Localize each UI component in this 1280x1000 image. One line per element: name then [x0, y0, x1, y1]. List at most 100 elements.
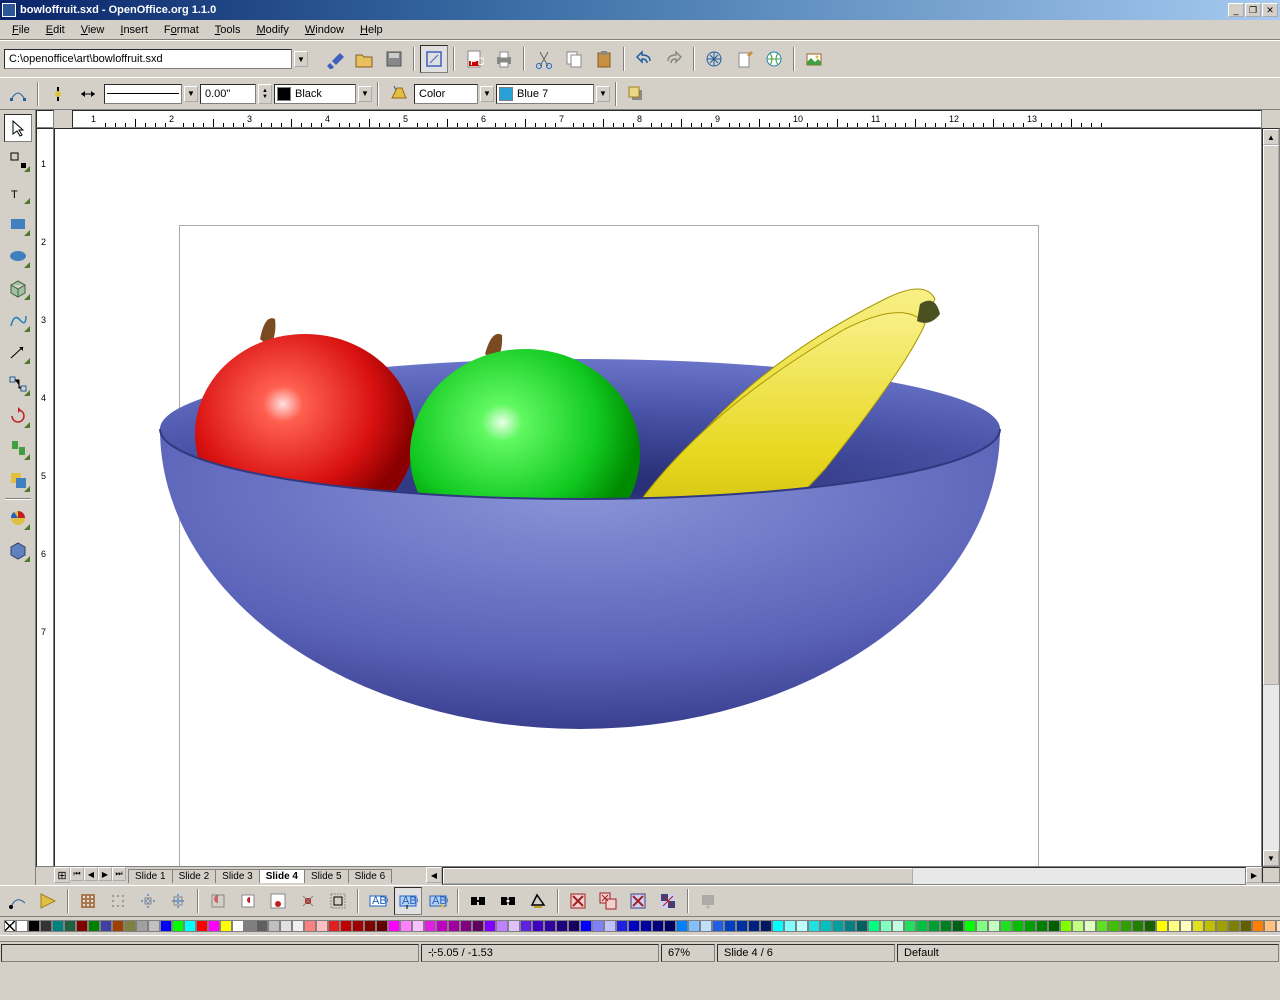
color-swatch[interactable]: [28, 920, 40, 932]
minimize-button[interactable]: _: [1228, 3, 1244, 17]
line-style-button[interactable]: [44, 80, 72, 108]
slide-tab-2[interactable]: Slide 2: [172, 869, 217, 883]
tab-last[interactable]: ⏭: [112, 867, 126, 881]
color-swatch[interactable]: [772, 920, 784, 932]
paste-button[interactable]: [590, 45, 618, 73]
simple-handles-button[interactable]: ABC: [394, 887, 422, 915]
file-path-box[interactable]: C:\openoffice\art\bowloffruit.sxd: [4, 49, 292, 69]
color-swatch[interactable]: [928, 920, 940, 932]
color-swatch[interactable]: [532, 920, 544, 932]
line-color-combo[interactable]: Black: [274, 84, 356, 104]
text-tool[interactable]: T: [4, 178, 32, 206]
menu-view[interactable]: View: [73, 22, 113, 38]
zoom-tool[interactable]: [4, 146, 32, 174]
color-swatch[interactable]: [256, 920, 268, 932]
color-swatch[interactable]: [640, 920, 652, 932]
redo-button[interactable]: [660, 45, 688, 73]
graphics2-button[interactable]: [654, 887, 682, 915]
color-swatch[interactable]: [868, 920, 880, 932]
color-swatch[interactable]: [304, 920, 316, 932]
arrow-style-button[interactable]: [74, 80, 102, 108]
grid-visible-button[interactable]: [74, 887, 102, 915]
vertical-ruler[interactable]: 1234567: [36, 128, 54, 867]
color-swatch[interactable]: [628, 920, 640, 932]
copy-button[interactable]: [560, 45, 588, 73]
cut-button[interactable]: [530, 45, 558, 73]
color-swatch[interactable]: [916, 920, 928, 932]
color-swatch[interactable]: [856, 920, 868, 932]
file-path-dropdown[interactable]: ▼: [294, 51, 308, 67]
color-swatch[interactable]: [1012, 920, 1024, 932]
color-swatch[interactable]: [832, 920, 844, 932]
edit-points-button[interactable]: [4, 80, 32, 108]
color-swatch[interactable]: [676, 920, 688, 932]
color-swatch[interactable]: [220, 920, 232, 932]
glue-point-button[interactable]: [34, 887, 62, 915]
area-button[interactable]: [384, 80, 412, 108]
color-swatch[interactable]: [1240, 920, 1252, 932]
exit-all-groups-button[interactable]: [594, 887, 622, 915]
tab-next[interactable]: ▶: [98, 867, 112, 881]
color-swatch[interactable]: [496, 920, 508, 932]
connector-tool[interactable]: [4, 370, 32, 398]
color-swatch[interactable]: [1204, 920, 1216, 932]
color-swatch[interactable]: [976, 920, 988, 932]
scroll-left-button[interactable]: ◀: [426, 867, 442, 883]
snap-points-button[interactable]: [264, 887, 292, 915]
color-swatch[interactable]: [1120, 920, 1132, 932]
vertical-scrollbar[interactable]: ▲ ▼: [1262, 128, 1280, 867]
color-swatch[interactable]: [1276, 920, 1280, 932]
snap-grid-button[interactable]: [104, 887, 132, 915]
color-swatch[interactable]: [388, 920, 400, 932]
slide-tab-3[interactable]: Slide 3: [215, 869, 260, 883]
menu-format[interactable]: Format: [156, 22, 207, 38]
color-swatch[interactable]: [1180, 920, 1192, 932]
color-swatch[interactable]: [376, 920, 388, 932]
color-swatch[interactable]: [988, 920, 1000, 932]
export-pdf-button[interactable]: PDF: [460, 45, 488, 73]
tab-prev[interactable]: ◀: [84, 867, 98, 881]
color-swatch[interactable]: [208, 920, 220, 932]
scroll-thumb-v[interactable]: [1263, 145, 1279, 685]
color-swatch[interactable]: [412, 920, 424, 932]
color-swatch[interactable]: [436, 920, 448, 932]
scroll-down-button[interactable]: ▼: [1263, 850, 1279, 866]
line-pattern-combo[interactable]: [104, 84, 182, 104]
large-handles-button[interactable]: ABC: [424, 887, 452, 915]
color-swatch[interactable]: [1048, 920, 1060, 932]
color-swatch[interactable]: [448, 920, 460, 932]
color-swatch[interactable]: [1036, 920, 1048, 932]
color-swatch[interactable]: [268, 920, 280, 932]
line-width-spinner[interactable]: ▲▼: [258, 84, 272, 104]
snap-guides-button[interactable]: [164, 887, 192, 915]
color-swatch[interactable]: [88, 920, 100, 932]
print-button[interactable]: [490, 45, 518, 73]
color-swatch[interactable]: [1060, 920, 1072, 932]
color-swatch[interactable]: [580, 920, 592, 932]
menu-help[interactable]: Help: [352, 22, 391, 38]
gallery-button[interactable]: [800, 45, 828, 73]
view-button[interactable]: ⊞: [54, 867, 70, 883]
color-swatch[interactable]: [820, 920, 832, 932]
color-swatch[interactable]: [160, 920, 172, 932]
edit-file-button[interactable]: [320, 45, 348, 73]
fill-type-combo[interactable]: Color: [414, 84, 478, 104]
color-swatch[interactable]: [688, 920, 700, 932]
slide-tab-4[interactable]: Slide 4: [259, 869, 305, 883]
color-swatch[interactable]: [1132, 920, 1144, 932]
select-tool[interactable]: [4, 114, 32, 142]
color-swatch[interactable]: [1144, 920, 1156, 932]
slide-tab-5[interactable]: Slide 5: [304, 869, 349, 883]
color-swatch[interactable]: [664, 920, 676, 932]
color-swatch[interactable]: [1168, 920, 1180, 932]
color-swatch[interactable]: [76, 920, 88, 932]
insert-tool[interactable]: [4, 504, 32, 532]
color-swatch[interactable]: [352, 920, 364, 932]
menu-window[interactable]: Window: [297, 22, 352, 38]
color-swatch[interactable]: [748, 920, 760, 932]
color-swatch[interactable]: [328, 920, 340, 932]
open-button[interactable]: [350, 45, 378, 73]
modify-object-button[interactable]: [524, 887, 552, 915]
menu-edit[interactable]: Edit: [38, 22, 73, 38]
color-swatch[interactable]: [1096, 920, 1108, 932]
